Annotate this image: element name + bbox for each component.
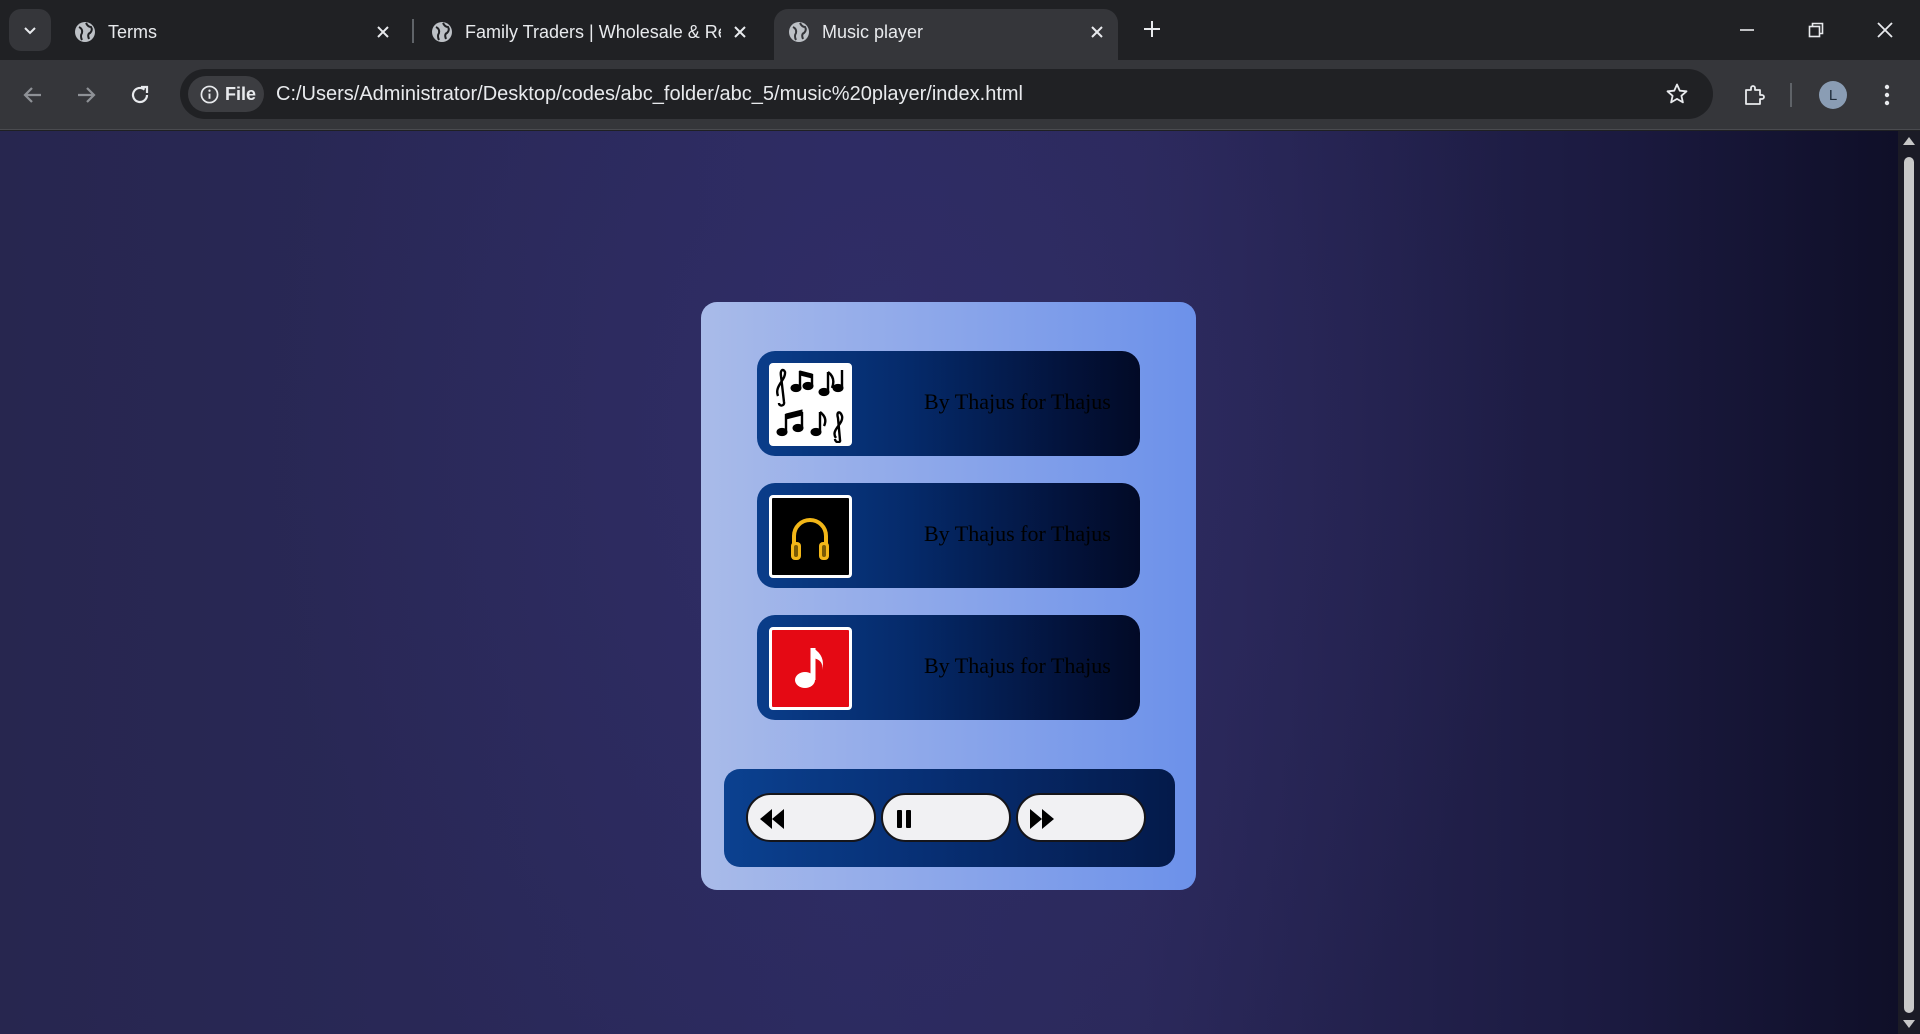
tab-title: Music player <box>822 22 924 42</box>
chevron-down-icon <box>24 27 36 35</box>
tab-strip: Terms Family Traders | Wholesale & Re Mu… <box>0 0 1920 60</box>
close-icon <box>1877 22 1893 38</box>
profile-button[interactable]: L <box>1813 75 1853 115</box>
scrollbar-thumb[interactable] <box>1904 157 1914 1013</box>
back-button[interactable] <box>13 75 53 115</box>
new-tab-button[interactable] <box>1138 15 1166 43</box>
toolbar-divider <box>1790 83 1792 107</box>
minimize-icon <box>1740 29 1754 31</box>
site-chip-label: File <box>225 84 257 104</box>
avatar: L <box>1819 81 1847 109</box>
song-artist-text: By Thajus for Thajus <box>924 389 1111 414</box>
address-bar[interactable]: File C:/Users/Administrator/Desktop/code… <box>180 69 1713 119</box>
song-item[interactable]: By Thajus for Thajus <box>757 483 1140 588</box>
url-text[interactable]: C:/Users/Administrator/Desktop/codes/abc… <box>276 82 1023 106</box>
tab-separator <box>412 19 414 43</box>
close-tab-icon[interactable] <box>1084 19 1110 45</box>
tab-title: Family Traders | Wholesale & Re <box>465 22 721 42</box>
fast-forward-icon <box>1030 809 1054 829</box>
forward-button[interactable] <box>66 75 106 115</box>
player-controls <box>724 769 1175 867</box>
page-scrollbar[interactable] <box>1898 131 1920 1034</box>
extensions-button[interactable] <box>1734 75 1774 115</box>
scroll-down-arrow-icon[interactable] <box>1903 1020 1915 1028</box>
pause-button[interactable] <box>881 793 1011 842</box>
song-cover <box>769 363 852 446</box>
restore-icon <box>1808 22 1824 38</box>
rewind-icon <box>760 809 784 829</box>
tab-terms[interactable]: Terms <box>60 9 412 60</box>
song-item[interactable]: By Thajus for Thajus <box>757 351 1140 456</box>
globe-icon <box>789 22 809 42</box>
music-player-card: By Thajus for Thajus By Thajus for Thaju… <box>701 302 1196 890</box>
scroll-up-arrow-icon[interactable] <box>1903 137 1915 145</box>
song-cover <box>769 495 852 578</box>
fast-forward-button[interactable] <box>1016 793 1146 842</box>
site-info-chip[interactable]: File <box>188 76 264 112</box>
song-artist-text: By Thajus for Thajus <box>924 521 1111 546</box>
close-window-button[interactable] <box>1862 10 1908 50</box>
song-artist-text: By Thajus for Thajus <box>924 653 1111 678</box>
info-icon <box>200 85 219 104</box>
song-item[interactable]: By Thajus for Thajus <box>757 615 1140 720</box>
globe-icon <box>75 22 95 42</box>
browser-toolbar: File C:/Users/Administrator/Desktop/code… <box>0 60 1920 130</box>
plus-icon <box>1144 21 1160 37</box>
rewind-button[interactable] <box>746 793 876 842</box>
tab-music-player[interactable]: Music player <box>774 9 1118 60</box>
headphones-icon <box>791 518 829 560</box>
music-note-red-icon <box>795 648 823 688</box>
puzzle-icon <box>1745 85 1765 105</box>
close-tab-icon[interactable] <box>370 19 396 45</box>
close-tab-icon[interactable] <box>727 19 753 45</box>
page-viewport: By Thajus for Thajus By Thajus for Thaju… <box>0 131 1898 1034</box>
arrow-right-icon <box>78 87 96 103</box>
song-cover <box>769 627 852 710</box>
restore-button[interactable] <box>1793 10 1839 50</box>
star-icon <box>1666 83 1688 104</box>
bookmark-button[interactable] <box>1663 80 1691 108</box>
minimize-button[interactable] <box>1724 10 1770 50</box>
reload-button[interactable] <box>120 75 160 115</box>
reload-icon <box>131 85 149 104</box>
menu-button[interactable] <box>1867 75 1907 115</box>
music-notes-icon <box>776 368 844 443</box>
tab-title: Terms <box>108 22 157 42</box>
more-vert-icon <box>1884 84 1890 106</box>
tab-search-button[interactable] <box>9 9 51 51</box>
globe-icon <box>432 22 452 42</box>
pause-icon <box>897 810 911 828</box>
arrow-left-icon <box>23 87 41 103</box>
tab-family-traders[interactable]: Family Traders | Wholesale & Re <box>417 9 767 60</box>
